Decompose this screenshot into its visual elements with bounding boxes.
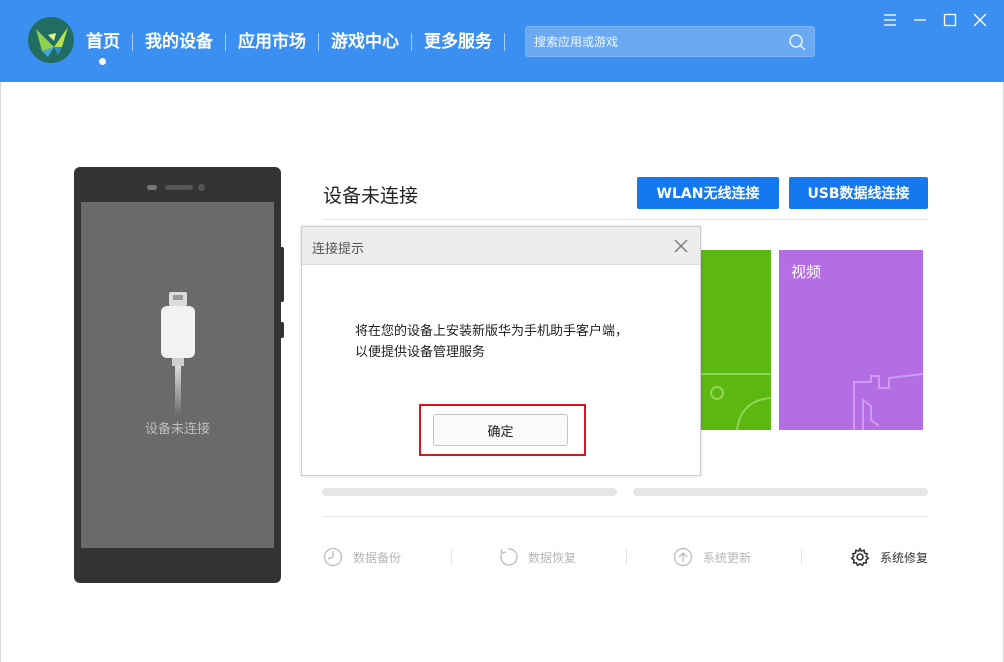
main-nav: 首页 我的设备 应用市场 游戏中心 更多服务 — [86, 30, 517, 65]
phone-speaker — [165, 185, 193, 190]
film-icon — [853, 373, 923, 430]
nav-divider — [132, 33, 133, 51]
phone-illustration: 设备未连接 — [74, 167, 281, 583]
nav-divider — [504, 33, 505, 51]
dialog-message-line: 以便提供设备管理服务 — [355, 345, 486, 360]
usb-connect-button[interactable]: USB数据线连接 — [789, 177, 928, 209]
tool-update-label: 系统更新 — [703, 550, 752, 565]
header-bar: 首页 我的设备 应用市场 游戏中心 更多服务 — [0, 0, 1004, 82]
phone-side-button — [281, 322, 284, 338]
nav-divider — [225, 33, 226, 51]
restore-icon — [500, 548, 518, 566]
gear-icon — [850, 547, 870, 567]
search-box — [525, 26, 815, 57]
progress-bar-left — [322, 488, 617, 496]
phone-camera — [198, 184, 205, 191]
tool-repair-label: 系统修复 — [880, 550, 929, 565]
tile-pattern-icon — [697, 373, 771, 430]
app-logo — [28, 17, 74, 63]
tile-green[interactable] — [697, 250, 771, 430]
dialog-header: 连接提示 — [302, 227, 700, 265]
nav-home[interactable]: 首页 — [86, 30, 120, 65]
dialog-message: 将在您的设备上安装新版华为手机助手客户端， 以便提供设备管理服务 — [355, 321, 628, 363]
phone-sensor — [147, 185, 157, 190]
menu-icon[interactable] — [880, 10, 900, 30]
tool-restore-label: 数据恢复 — [528, 550, 577, 565]
phone-side-button — [281, 247, 284, 302]
dialog-message-line: 将在您的设备上安装新版华为手机助手客户端， — [355, 324, 629, 339]
search-input[interactable] — [534, 27, 784, 56]
tool-repair[interactable]: 系统修复 — [850, 547, 928, 567]
tool-divider — [801, 549, 802, 565]
app-window: 首页 我的设备 应用市场 游戏中心 更多服务 搜索应用或游戏 设备未连接 设备未… — [0, 0, 1004, 662]
tool-divider — [451, 549, 452, 565]
nav-divider — [318, 33, 319, 51]
divider — [322, 516, 928, 517]
nav-game-center[interactable]: 游戏中心 — [331, 30, 399, 54]
dialog-close-icon[interactable] — [672, 237, 690, 255]
usb-cable-icon — [161, 292, 195, 416]
update-icon — [673, 547, 693, 567]
connection-dialog: 连接提示 将在您的设备上安装新版华为手机助手客户端， 以便提供设备管理服务 确定 — [301, 226, 701, 476]
tile-video[interactable]: 视频 — [779, 250, 923, 430]
nav-more-services[interactable]: 更多服务 — [424, 30, 492, 54]
minimize-icon[interactable] — [910, 10, 930, 30]
nav-app-market[interactable]: 应用市场 — [238, 30, 306, 54]
wlan-connect-button[interactable]: WLAN无线连接 — [637, 177, 779, 209]
progress-bar-right — [633, 488, 928, 496]
dialog-title: 连接提示 — [312, 242, 365, 257]
connection-status-title: 设备未连接 — [323, 185, 419, 207]
phone-screen: 设备未连接 — [81, 202, 274, 548]
close-icon[interactable] — [970, 10, 990, 30]
search-icon[interactable] — [788, 33, 806, 51]
divider — [322, 219, 928, 220]
nav-divider — [411, 33, 412, 51]
nav-my-devices[interactable]: 我的设备 — [145, 30, 213, 54]
tool-divider — [626, 549, 627, 565]
phone-status-text: 设备未连接 — [144, 422, 210, 437]
tool-backup-label: 数据备份 — [353, 550, 402, 565]
tool-update[interactable]: 系统更新 — [673, 547, 751, 567]
ok-button[interactable]: 确定 — [433, 414, 568, 446]
tool-backup[interactable]: 数据备份 — [323, 547, 401, 567]
maximize-icon[interactable] — [940, 10, 960, 30]
active-indicator — [99, 58, 106, 65]
backup-icon — [323, 547, 343, 567]
tool-restore[interactable]: 数据恢复 — [498, 547, 576, 567]
